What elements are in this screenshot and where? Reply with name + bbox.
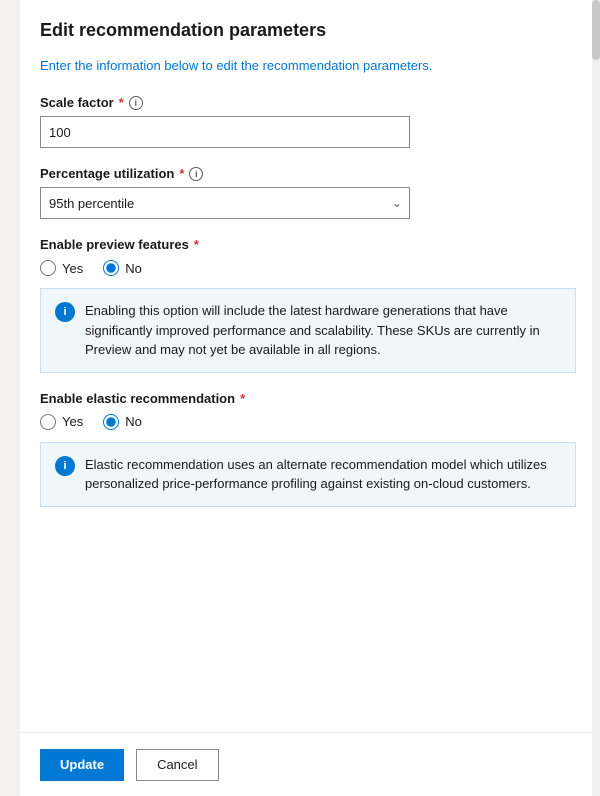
percentage-utilization-label: Percentage utilization * i — [40, 166, 576, 181]
enable-preview-no-radio[interactable] — [103, 260, 119, 276]
edit-panel: Edit recommendation parameters Enter the… — [20, 0, 600, 796]
enable-preview-no-label: No — [125, 261, 142, 276]
percentage-utilization-info-icon[interactable]: i — [189, 167, 203, 181]
enable-preview-no-option[interactable]: No — [103, 260, 142, 276]
scrollbar-thumb[interactable] — [592, 0, 600, 60]
enable-elastic-label: Enable elastic recommendation * — [40, 391, 576, 406]
enable-elastic-info-box: i Elastic recommendation uses an alterna… — [40, 442, 576, 507]
enable-preview-required: * — [194, 237, 199, 252]
enable-preview-radio-group: Yes No — [40, 260, 576, 276]
panel-footer: Update Cancel — [20, 732, 592, 796]
enable-elastic-yes-option[interactable]: Yes — [40, 414, 83, 430]
enable-elastic-info-icon: i — [55, 456, 75, 476]
enable-preview-group: Enable preview features * Yes No i Enabl… — [40, 237, 576, 373]
scale-factor-group: Scale factor * i — [40, 95, 576, 148]
enable-elastic-yes-label: Yes — [62, 414, 83, 429]
enable-elastic-info-text: Elastic recommendation uses an alternate… — [85, 455, 561, 494]
enable-elastic-required: * — [240, 391, 245, 406]
scale-factor-input[interactable] — [40, 116, 410, 148]
percentage-utilization-select[interactable]: 50th percentile 75th percentile 90th per… — [40, 187, 410, 219]
enable-preview-yes-option[interactable]: Yes — [40, 260, 83, 276]
enable-elastic-radio-group: Yes No — [40, 414, 576, 430]
enable-preview-label: Enable preview features * — [40, 237, 576, 252]
enable-elastic-yes-radio[interactable] — [40, 414, 56, 430]
enable-preview-info-box: i Enabling this option will include the … — [40, 288, 576, 373]
scale-factor-label: Scale factor * i — [40, 95, 576, 110]
percentage-utilization-required: * — [179, 166, 184, 181]
enable-elastic-no-radio[interactable] — [103, 414, 119, 430]
enable-preview-info-icon: i — [55, 302, 75, 322]
enable-preview-yes-label: Yes — [62, 261, 83, 276]
percentage-utilization-group: Percentage utilization * i 50th percenti… — [40, 166, 576, 219]
scrollbar[interactable] — [592, 0, 600, 796]
enable-elastic-no-label: No — [125, 414, 142, 429]
enable-preview-yes-radio[interactable] — [40, 260, 56, 276]
percentage-utilization-select-wrapper: 50th percentile 75th percentile 90th per… — [40, 187, 410, 219]
cancel-button[interactable]: Cancel — [136, 749, 218, 781]
enable-elastic-group: Enable elastic recommendation * Yes No i… — [40, 391, 576, 507]
enable-elastic-no-option[interactable]: No — [103, 414, 142, 430]
scale-factor-info-icon[interactable]: i — [129, 96, 143, 110]
enable-preview-info-text: Enabling this option will include the la… — [85, 301, 561, 360]
update-button[interactable]: Update — [40, 749, 124, 781]
panel-title: Edit recommendation parameters — [40, 20, 576, 41]
scale-factor-required: * — [119, 95, 124, 110]
panel-content: Edit recommendation parameters Enter the… — [20, 0, 600, 796]
intro-text: Enter the information below to edit the … — [40, 57, 576, 75]
